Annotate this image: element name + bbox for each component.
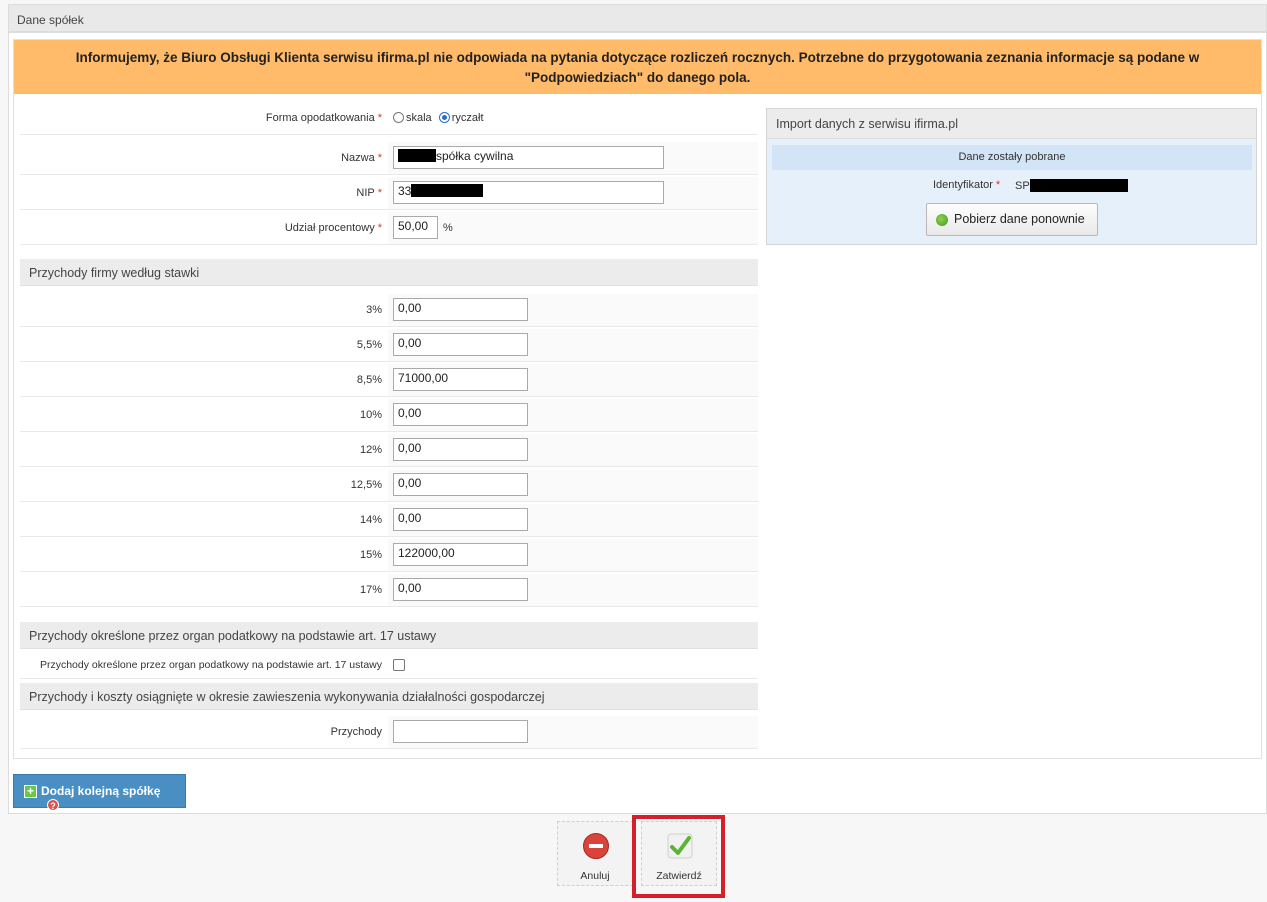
share-row: Udział procentowy * 50,00 % [20, 212, 758, 245]
suspension-income-input[interactable] [393, 720, 528, 743]
nip-input[interactable]: 33 [393, 181, 664, 204]
rate-input-3[interactable]: 0,00 [393, 298, 528, 321]
radio-skala-label: skala [406, 112, 432, 124]
radio-skala[interactable] [393, 112, 404, 123]
art17-checkbox[interactable] [393, 659, 405, 671]
rate-row-15: 15% 122000,00 [20, 539, 758, 572]
radio-ryczalt-label: ryczałt [451, 112, 484, 124]
rate-row-14: 14% 0,00 [20, 504, 758, 537]
cancel-icon [583, 833, 609, 859]
rate-input-10[interactable]: 0,00 [393, 403, 528, 426]
panel-header: Dane spółek [8, 4, 1267, 32]
rate-input-15[interactable]: 122000,00 [393, 543, 528, 566]
rate-input-12-5[interactable]: 0,00 [393, 473, 528, 496]
identifier-row: Identyfikator * SP [767, 177, 1256, 195]
help-icon[interactable]: ? [47, 799, 59, 811]
confirm-highlight-frame [632, 815, 725, 898]
name-input[interactable]: spółka cywilna [393, 146, 664, 169]
suspension-income-row: Przychody [20, 716, 758, 749]
refresh-data-button[interactable]: Pobierz dane ponownie [926, 203, 1098, 236]
art17-checkbox-label: Przychody określone przez organ podatkow… [39, 659, 382, 671]
name-row: Nazwa * spółka cywilna [20, 142, 758, 175]
suspension-section-title: Przychody i koszty osiągnięte w okresie … [20, 683, 758, 710]
tax-form-label: Forma opodatkowania [265, 112, 375, 124]
rate-row-10: 10% 0,00 [20, 399, 758, 432]
identifier-label: Identyfikator [933, 179, 993, 191]
percent-unit: % [443, 222, 453, 234]
company-form-card: Informujemy, że Biuro Obsługi Klienta se… [13, 39, 1262, 759]
import-panel: Import danych z serwisu ifirma.pl Dane z… [766, 108, 1257, 245]
redacted-block [1029, 179, 1128, 192]
art17-section-title: Przychody określone przez organ podatkow… [20, 622, 758, 649]
art17-row: Przychody określone przez organ podatkow… [20, 652, 758, 679]
import-panel-title: Import danych z serwisu ifirma.pl [767, 109, 1256, 139]
company-data-panel: Informujemy, że Biuro Obsługi Klienta se… [8, 32, 1267, 814]
rates-section-title: Przychody firmy według stawki [20, 259, 758, 286]
nip-label: NIP [356, 187, 375, 199]
required-mark: * [377, 112, 382, 124]
rate-row-12: 12% 0,00 [20, 434, 758, 467]
radio-ryczalt[interactable] [438, 112, 450, 123]
rate-row-5-5: 5,5% 0,00 [20, 329, 758, 362]
redacted-block [411, 184, 484, 197]
share-label: Udział procentowy [284, 222, 375, 234]
panel-title: Dane spółek [17, 13, 84, 27]
rate-row-12-5: 12,5% 0,00 [20, 469, 758, 502]
rate-row-17: 17% 0,00 [20, 574, 758, 607]
plus-icon: + [24, 785, 37, 798]
info-notice: Informujemy, że Biuro Obsługi Klienta se… [14, 40, 1261, 94]
nip-row: NIP * 33 [20, 177, 758, 210]
rate-input-5-5[interactable]: 0,00 [393, 333, 528, 356]
share-input[interactable]: 50,00 [393, 216, 438, 239]
name-label: Nazwa [341, 152, 375, 164]
rate-input-17[interactable]: 0,00 [393, 578, 528, 601]
tax-form-row: Forma opodatkowania * skala ryczałt [20, 102, 758, 135]
rate-input-8-5[interactable]: 71000,00 [393, 368, 528, 391]
rate-input-12[interactable]: 0,00 [393, 438, 528, 461]
identifier-value: SP [1015, 179, 1128, 192]
cancel-button[interactable]: Anuluj [557, 821, 633, 886]
import-status: Dane zostały pobrane [772, 145, 1252, 170]
rate-row-8-5: 8,5% 71000,00 [20, 364, 758, 397]
add-company-button[interactable]: + Dodaj kolejną spółkę? [13, 774, 186, 811]
redacted-block [398, 149, 436, 162]
refresh-icon [936, 214, 948, 226]
suspension-income-label: Przychody [330, 726, 382, 738]
rate-input-14[interactable]: 0,00 [393, 508, 528, 531]
rate-row-3: 3% 0,00 [20, 294, 758, 327]
